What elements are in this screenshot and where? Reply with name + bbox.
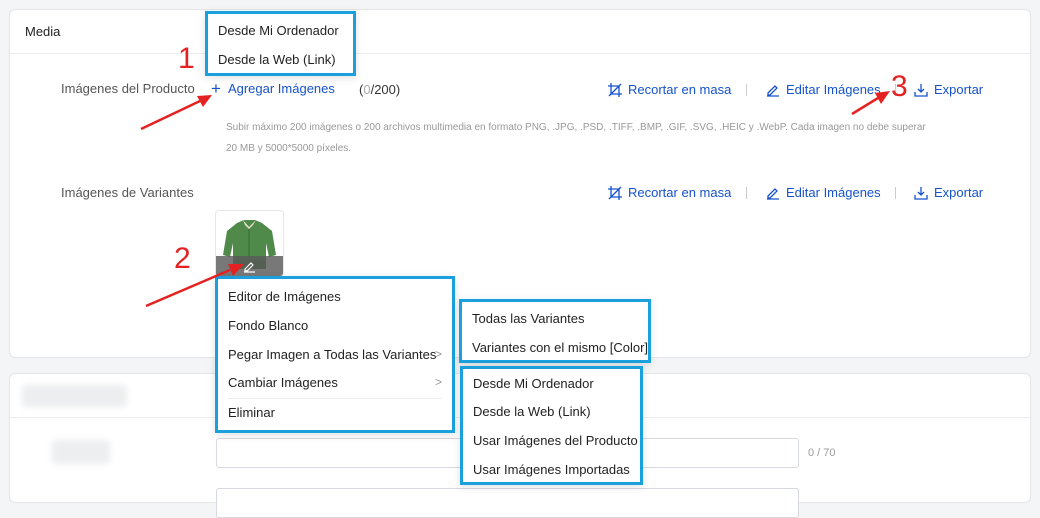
blurred-section-title [22,385,127,407]
product-export-button[interactable]: Exportar [914,82,983,97]
variant-bulk-crop-button[interactable]: Recortar en masa [608,185,731,200]
menu-divider [228,398,442,399]
menu-item-change-images[interactable]: Cambiar Imágenes > [218,375,452,390]
menu-item-use-imported-images[interactable]: Usar Imágenes Importadas [463,462,640,477]
crop-icon [608,82,622,97]
product-edit-images-button[interactable]: Editar Imágenes [766,82,881,97]
annotation-number-2: 2 [174,242,191,275]
download-icon [914,186,928,200]
menu-item-white-background[interactable]: Fondo Blanco [218,318,452,333]
chevron-right-icon: > [434,347,442,361]
menu-item-paste-to-all-variants[interactable]: Pegar Imagen a Todas las Variantes > [218,347,452,362]
variant-export-label: Exportar [934,185,984,200]
crop-icon [608,185,622,200]
paste-submenu: Todas las Variantes Variantes con el mis… [459,299,651,363]
product-images-count: (0/200) [359,82,401,97]
pencil-icon [767,187,779,200]
product-images-label: Imágenes del Producto [61,81,195,96]
divider [746,187,747,199]
chevron-right-icon: > [434,375,442,389]
menu-item-from-computer[interactable]: Desde Mi Ordenador [463,376,640,391]
menu-item-delete[interactable]: Eliminar [218,405,452,420]
variant-edit-images-label: Editar Imágenes [786,185,881,200]
annotation-number-1: 1 [178,42,195,75]
upload-hint: Subir máximo 200 imágenes o 200 archivos… [226,122,926,154]
divider [895,187,896,199]
plus-icon: + [211,79,221,98]
change-images-label: Cambiar Imágenes [228,375,338,390]
menu-item-use-product-images[interactable]: Usar Imágenes del Producto [463,433,640,448]
menu-item-variants-same-color[interactable]: Variantes con el mismo [Color] [462,340,648,355]
add-images-button[interactable]: + Agregar Imágenes [211,79,335,98]
variant-bulk-crop-label: Recortar en masa [628,185,732,200]
add-images-label: Agregar Imágenes [227,81,335,96]
variant-export-button[interactable]: Exportar [914,185,983,200]
menu-item-image-editor[interactable]: Editor de Imágenes [218,289,452,304]
product-export-label: Exportar [934,82,984,97]
pencil-icon [767,84,779,97]
pencil-icon [244,261,255,273]
menu-item-all-variants[interactable]: Todas las Variantes [462,311,648,326]
variant-images-label: Imágenes de Variantes [61,185,194,200]
title-char-counter: 0 / 70 [808,447,836,459]
change-images-submenu: Desde Mi Ordenador Desde la Web (Link) U… [460,366,643,485]
paste-to-all-label: Pegar Imagen a Todas las Variantes [228,347,437,362]
thumbnail-edit-bar[interactable] [216,256,283,276]
menu-item-from-web-link[interactable]: Desde la Web (Link) [463,404,640,419]
media-section-title: Media [25,24,61,39]
menu-item-from-web-link[interactable]: Desde la Web (Link) [208,52,353,67]
annotation-number-3: 3 [891,70,908,103]
product-bulk-crop-button[interactable]: Recortar en masa [608,82,731,97]
blurred-field-label [52,440,110,464]
media-card-header: Media [10,10,1030,54]
divider [746,84,747,96]
product-bulk-crop-label: Recortar en masa [628,82,732,97]
product-edit-images-label: Editar Imágenes [786,82,881,97]
variant-edit-images-button[interactable]: Editar Imágenes [766,185,881,200]
variant-image-context-menu: Editor de Imágenes Fondo Blanco Pegar Im… [215,276,455,433]
upload-source-menu: Desde Mi Ordenador Desde la Web (Link) [205,11,356,76]
menu-item-from-computer[interactable]: Desde Mi Ordenador [208,23,353,38]
download-icon [914,83,928,97]
variant-image-thumbnail[interactable] [215,210,284,277]
